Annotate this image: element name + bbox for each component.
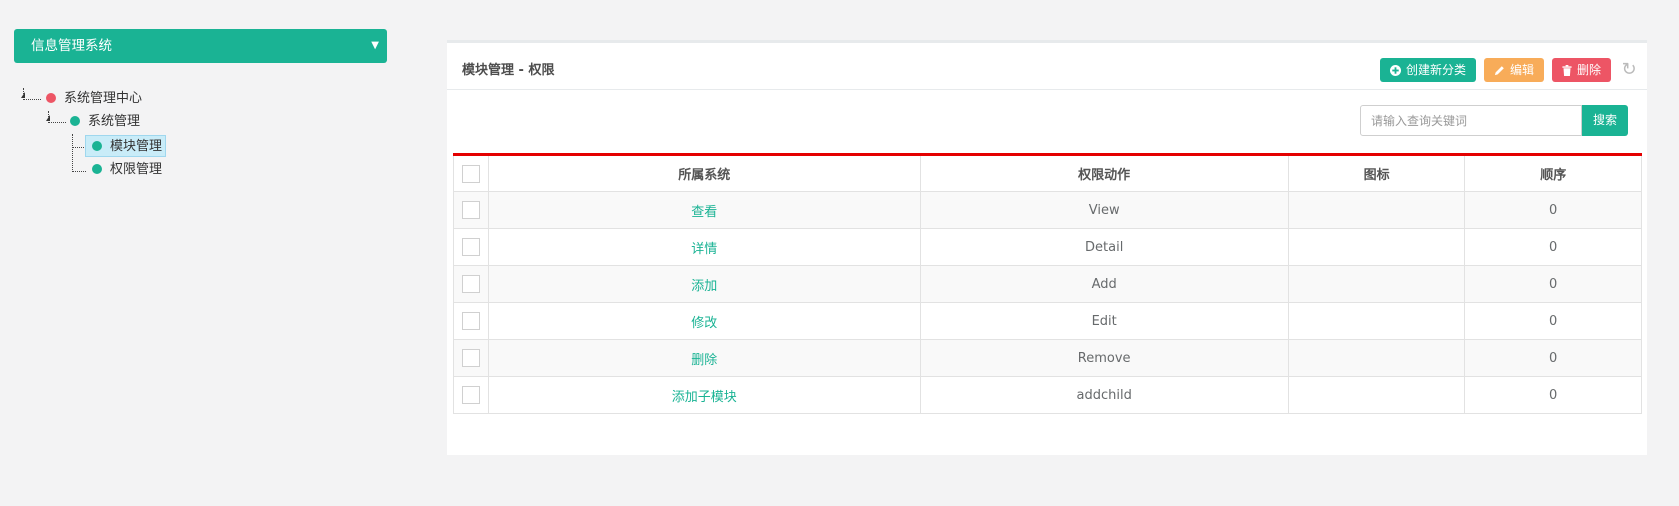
order-cell: 0 — [1464, 228, 1642, 266]
row-checkbox[interactable] — [462, 386, 480, 404]
icon-cell — [1287, 302, 1466, 340]
table-header-row: 所属系统 权限动作 图标 顺序 — [453, 154, 1642, 192]
table-row[interactable]: 修改 Edit 0 — [453, 302, 1642, 340]
create-category-label: 创建新分类 — [1405, 63, 1466, 77]
tree-connector — [72, 171, 86, 172]
row-checkbox[interactable] — [462, 201, 480, 219]
search-button[interactable]: 搜索 — [1582, 105, 1628, 136]
select-all-cell — [453, 154, 489, 192]
action-cell: addchild — [919, 376, 1289, 414]
order-cell: 0 — [1464, 302, 1642, 340]
column-header[interactable]: 权限动作 — [919, 154, 1289, 192]
icon-cell — [1287, 339, 1466, 377]
tree-node-root[interactable]: 系统管理中心 — [46, 88, 142, 110]
column-header[interactable]: 所属系统 — [488, 154, 921, 192]
system-cell[interactable]: 添加 — [488, 265, 921, 303]
plus-circle-icon — [1389, 64, 1401, 76]
table-row[interactable]: 查看 View 0 — [453, 191, 1642, 229]
status-dot-icon — [92, 163, 102, 174]
status-dot-icon — [46, 92, 56, 103]
trash-icon — [1562, 64, 1572, 76]
system-cell[interactable]: 详情 — [488, 228, 921, 266]
tree-node-label: 系统管理中心 — [64, 91, 143, 106]
tree-node-label: 系统管理 — [88, 114, 141, 129]
table-row[interactable]: 添加子模块 addchild 0 — [453, 376, 1642, 414]
row-checkbox[interactable] — [462, 349, 480, 367]
collapse-arrow-icon[interactable] — [21, 92, 25, 98]
create-category-button[interactable]: 创建新分类 — [1379, 58, 1476, 82]
tree-connector — [23, 99, 41, 100]
tree-connector — [72, 134, 73, 172]
row-checkbox[interactable] — [462, 275, 480, 293]
tree-node-leaf-permission[interactable]: 权限管理 — [92, 159, 162, 181]
search-bar: 搜索 — [1360, 105, 1628, 136]
system-cell[interactable]: 修改 — [488, 302, 921, 340]
delete-button[interactable]: 删除 — [1551, 58, 1611, 82]
row-select-cell — [453, 339, 489, 377]
row-select-cell — [453, 228, 489, 266]
toolbar: 创建新分类 编辑 删除 ↻ — [1379, 58, 1639, 82]
edit-label: 编辑 — [1509, 63, 1534, 77]
system-select-label: 信息管理系统 — [31, 38, 112, 54]
row-select-cell — [453, 265, 489, 303]
column-header[interactable]: 图标 — [1287, 154, 1466, 192]
row-select-cell — [453, 302, 489, 340]
tree-connector — [48, 122, 66, 123]
icon-cell — [1287, 228, 1466, 266]
row-checkbox[interactable] — [462, 238, 480, 256]
permission-table: 所属系统 权限动作 图标 顺序 查看 View 0 详情 Detail 0 添加… — [453, 153, 1642, 414]
tree-node-child[interactable]: 系统管理 — [70, 111, 140, 133]
content-panel: 模块管理 - 权限 创建新分类 编辑 删除 ↻ 搜索 所属系统 权限动作 图标 … — [447, 40, 1647, 455]
icon-cell — [1287, 191, 1466, 229]
table-row[interactable]: 添加 Add 0 — [453, 265, 1642, 303]
icon-cell — [1287, 265, 1466, 303]
row-select-cell — [453, 376, 489, 414]
icon-cell — [1287, 376, 1466, 414]
chevron-down-icon: ▼ — [371, 40, 379, 51]
row-checkbox[interactable] — [462, 312, 480, 330]
divider — [447, 89, 1647, 90]
order-cell: 0 — [1464, 339, 1642, 377]
status-dot-icon — [92, 140, 102, 151]
tree-node-label: 权限管理 — [110, 162, 163, 177]
select-all-checkbox[interactable] — [462, 164, 480, 183]
tree-connector — [72, 147, 86, 148]
table-row[interactable]: 删除 Remove 0 — [453, 339, 1642, 377]
action-cell: Remove — [919, 339, 1289, 377]
system-cell[interactable]: 添加子模块 — [488, 376, 921, 414]
action-cell: View — [919, 191, 1289, 229]
table-row[interactable]: 详情 Detail 0 — [453, 228, 1642, 266]
order-cell: 0 — [1464, 265, 1642, 303]
system-select[interactable]: 信息管理系统 ▼ — [14, 29, 387, 63]
order-cell: 0 — [1464, 376, 1642, 414]
pencil-icon — [1494, 65, 1504, 75]
panel-title: 模块管理 - 权限 — [462, 63, 555, 78]
search-input[interactable] — [1360, 105, 1582, 136]
delete-label: 删除 — [1576, 63, 1601, 77]
row-select-cell — [453, 191, 489, 229]
action-cell: Add — [919, 265, 1289, 303]
tree-node-label: 模块管理 — [110, 139, 163, 154]
system-cell[interactable]: 查看 — [488, 191, 921, 229]
collapse-arrow-icon[interactable] — [46, 115, 50, 121]
action-cell: Detail — [919, 228, 1289, 266]
system-cell[interactable]: 删除 — [488, 339, 921, 377]
column-header[interactable]: 顺序 — [1464, 154, 1642, 192]
action-cell: Edit — [919, 302, 1289, 340]
refresh-icon[interactable]: ↻ — [1619, 60, 1639, 80]
edit-button[interactable]: 编辑 — [1483, 58, 1544, 82]
tree-node-leaf-module[interactable]: 模块管理 — [85, 135, 167, 157]
status-dot-icon — [70, 115, 80, 126]
order-cell: 0 — [1464, 191, 1642, 229]
